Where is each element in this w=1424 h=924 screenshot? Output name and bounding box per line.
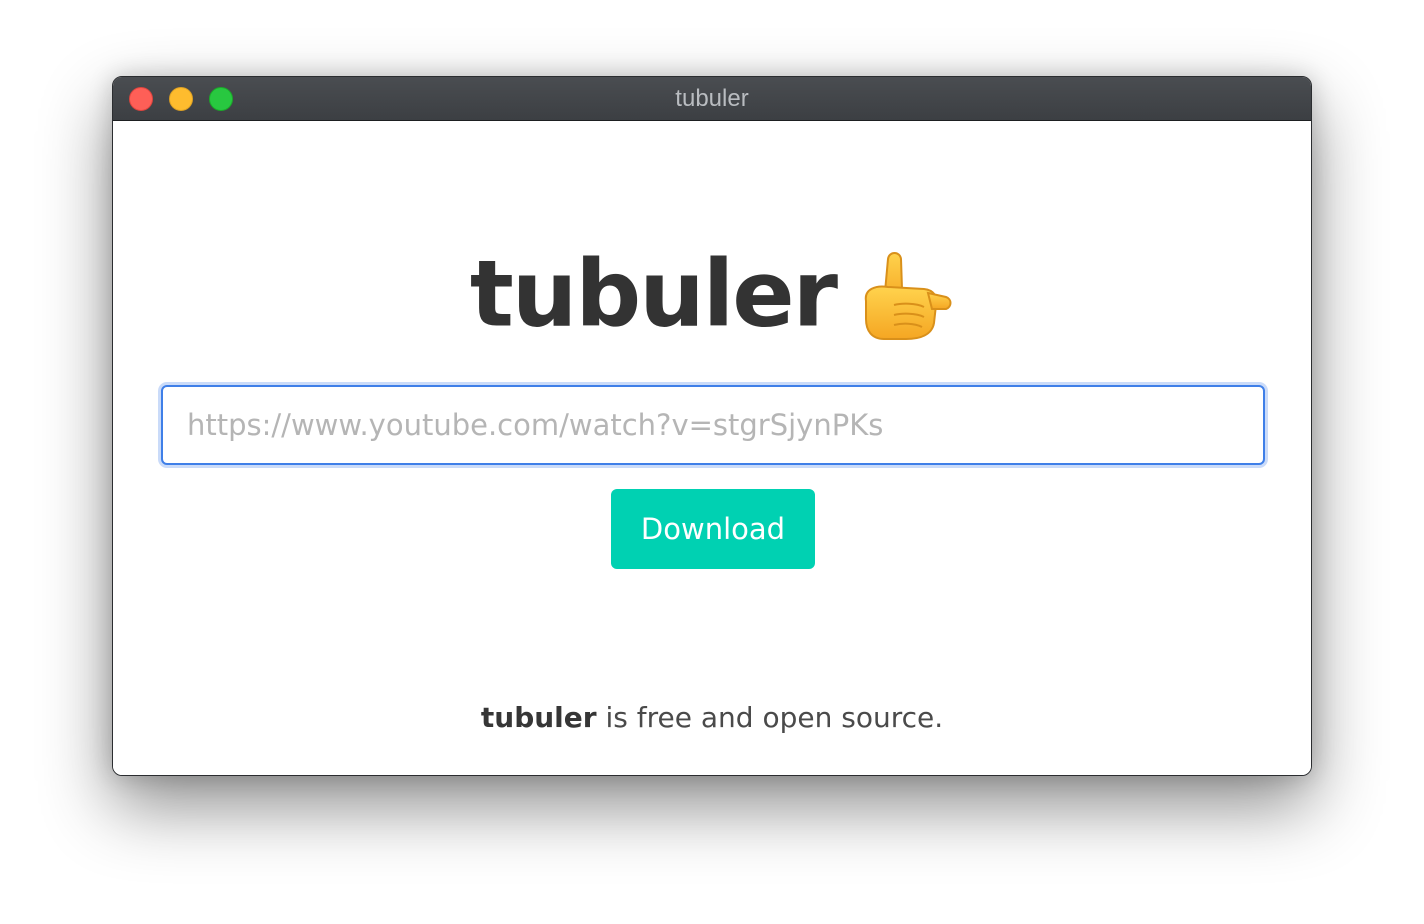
- footer-text: is free and open source.: [596, 701, 944, 734]
- maximize-window-button[interactable]: [209, 87, 233, 111]
- minimize-window-button[interactable]: [169, 87, 193, 111]
- page-title: tubuler: [113, 239, 1311, 345]
- footer-app-name: tubuler: [480, 701, 597, 734]
- youtube-url-input[interactable]: [161, 385, 1265, 465]
- download-button[interactable]: Download: [611, 489, 815, 569]
- window-title: tubuler: [675, 85, 749, 112]
- app-window: tubuler tubuler https://www.youtube.com/…: [112, 76, 1312, 776]
- page-title-text: tubuler: [469, 240, 838, 348]
- call-me-hand-icon: [854, 245, 954, 345]
- close-window-button[interactable]: [129, 87, 153, 111]
- footer-note: tubuler is free and open source.: [113, 701, 1311, 734]
- main-content: tubuler https://www.youtube.com/watch?v=…: [113, 121, 1311, 775]
- title-bar[interactable]: tubuler: [113, 77, 1311, 121]
